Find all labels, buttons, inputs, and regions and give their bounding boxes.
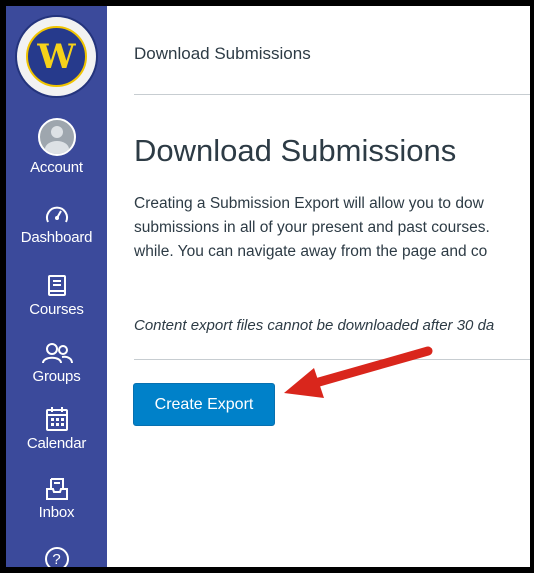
description-line: submissions in all of your present and p… (134, 219, 490, 236)
nav-item-groups[interactable]: Groups (6, 341, 107, 385)
user-avatar-icon (37, 118, 76, 156)
users-icon (41, 343, 73, 364)
header-divider (134, 94, 530, 95)
nav-item-courses[interactable]: Courses (6, 274, 107, 318)
calendar-icon (45, 407, 68, 431)
create-export-button[interactable]: Create Export (133, 383, 275, 426)
screenshot-frame: W Account Dashboard Courses Groups Calen… (6, 6, 530, 567)
description-line: while. You can navigate away from the pa… (134, 243, 488, 260)
nav-item-label: Dashboard (20, 229, 93, 246)
dashboard-icon (45, 206, 68, 223)
help-icon: ? (44, 547, 69, 567)
nav-item-label: Groups (32, 368, 81, 385)
nav-item-account[interactable]: Account (6, 118, 107, 176)
nav-item-label: Inbox (38, 504, 75, 521)
nav-item-label: Account (30, 159, 83, 176)
breadcrumb[interactable]: Download Submissions (134, 44, 311, 64)
nav-item-label: Calendar (26, 435, 87, 452)
description-line: Creating a Submission Export will allow … (134, 195, 484, 212)
book-icon (47, 275, 66, 296)
school-seal-icon: W (26, 26, 87, 87)
page-description: Creating a Submission Export will allow … (134, 192, 490, 264)
nav-item-inbox[interactable]: Inbox (6, 477, 107, 521)
inbox-icon (45, 478, 68, 500)
nav-item-help[interactable]: ? (6, 547, 107, 567)
nav-item-calendar[interactable]: Calendar (6, 406, 107, 452)
annotation-arrow-icon (284, 346, 433, 398)
global-navigation: W Account Dashboard Courses Groups Calen… (6, 6, 107, 567)
page-title: Download Submissions (134, 133, 457, 168)
nav-item-dashboard[interactable]: Dashboard (6, 204, 107, 246)
school-logo[interactable]: W (15, 15, 98, 98)
expiry-note: Content export files cannot be downloade… (134, 317, 495, 334)
nav-item-label: Courses (29, 301, 84, 318)
